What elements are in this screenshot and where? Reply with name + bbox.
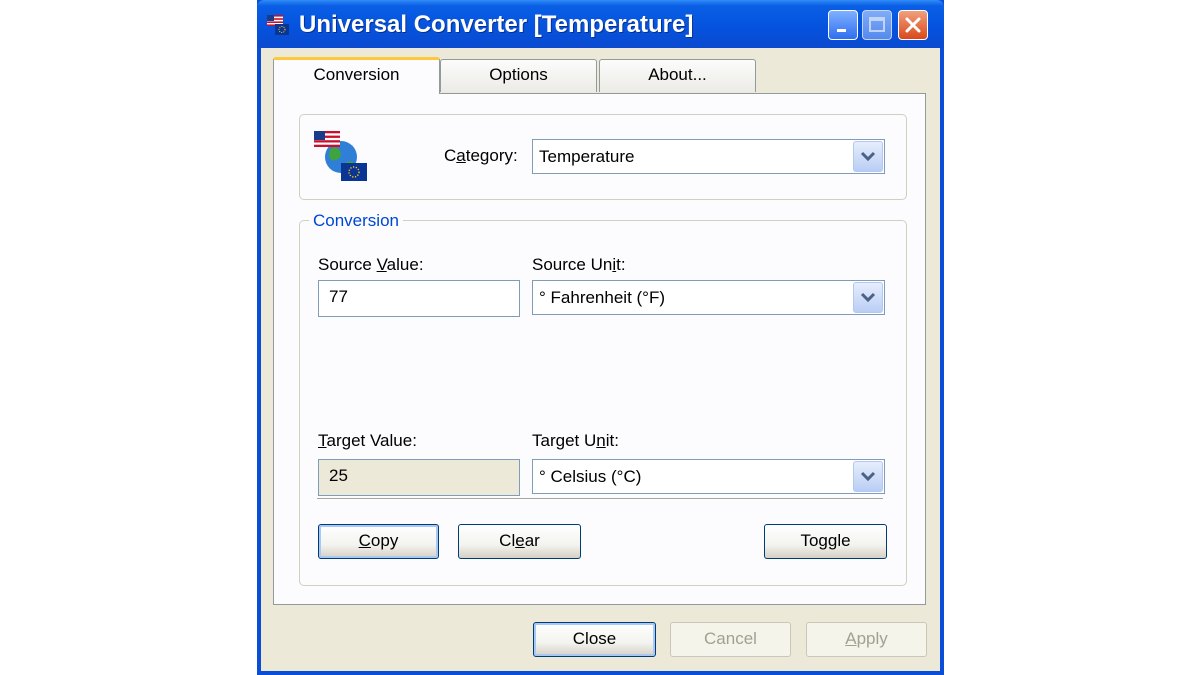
conversion-tab-panel: Category: Temperature Conversion Source … [273, 93, 926, 605]
clear-button[interactable]: Clear [458, 524, 581, 559]
cancel-button[interactable]: Cancel [670, 622, 791, 657]
target-unit-label: Target Unit: [532, 431, 619, 450]
minimize-icon [837, 29, 846, 32]
target-unit-dropdown-button[interactable] [853, 461, 883, 492]
conversion-group-legend: Conversion [309, 211, 403, 231]
toggle-button[interactable]: Toggle [764, 524, 887, 559]
category-select[interactable]: Temperature [532, 139, 885, 174]
category-dropdown-button[interactable] [853, 141, 883, 172]
close-button[interactable]: Close [533, 622, 656, 657]
tab-about[interactable]: About... [599, 59, 756, 92]
conversion-group: Conversion Source Value: 77 Source Unit:… [299, 211, 907, 586]
source-unit-value: ° Fahrenheit (°F) [539, 288, 666, 307]
app-flag-icon [267, 15, 289, 35]
maximize-button[interactable] [862, 10, 892, 40]
target-unit-select[interactable]: ° Celsius (°C) [532, 459, 885, 494]
category-select-value: Temperature [539, 147, 635, 166]
dialog-client-area: Conversion Options About... Category: Te… [261, 48, 940, 671]
tab-conversion[interactable]: Conversion [273, 57, 440, 94]
chevron-down-icon [860, 292, 876, 303]
chevron-down-icon [860, 151, 876, 162]
title-bar[interactable]: Universal Converter [Temperature] [257, 0, 944, 48]
maximize-icon [869, 17, 885, 32]
copy-button[interactable]: Copy [318, 524, 439, 559]
separator-line [317, 498, 883, 500]
source-unit-label: Source Unit: [532, 255, 626, 274]
source-value-input[interactable]: 77 [318, 280, 520, 317]
target-value-label: Target Value: [318, 431, 417, 450]
converter-window: Universal Converter [Temperature] Conver… [257, 0, 944, 675]
close-icon [905, 17, 921, 33]
chevron-down-icon [860, 471, 876, 482]
close-window-button[interactable] [898, 10, 928, 40]
minimize-button[interactable] [828, 10, 858, 40]
source-value-label: Source Value: [318, 255, 424, 274]
target-value-field: 25 [318, 459, 520, 496]
source-unit-dropdown-button[interactable] [853, 282, 883, 313]
window-title: Universal Converter [Temperature] [299, 11, 694, 38]
tab-options[interactable]: Options [440, 59, 597, 92]
source-unit-select[interactable]: ° Fahrenheit (°F) [532, 280, 885, 315]
category-group: Category: Temperature [299, 114, 907, 200]
target-unit-value: ° Celsius (°C) [539, 467, 642, 486]
apply-button[interactable]: Apply [806, 622, 927, 657]
category-label: Category: [444, 146, 518, 165]
flags-globe-icon [314, 131, 367, 181]
